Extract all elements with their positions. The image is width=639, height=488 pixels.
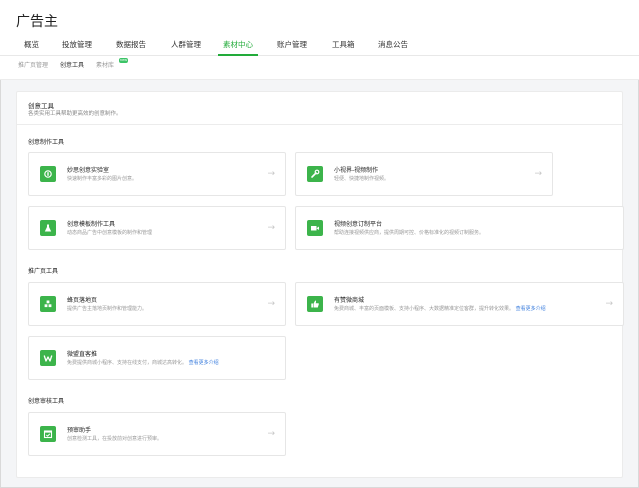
bulb-icon	[40, 166, 56, 182]
app-title: 广告主	[16, 14, 58, 30]
nav-item-account-management[interactable]: 账户管理	[277, 40, 307, 50]
tool-name: 蜂页落地页	[67, 297, 98, 304]
tool-description: 免费提供商城小程序、支持在线支付，商城达高转化。 查看更多介绍	[67, 359, 219, 366]
subnav-item-landing-pages[interactable]: 推广页管理	[18, 60, 48, 69]
tool-description: 动态商品广告中创意模板的制作和管理	[67, 230, 153, 236]
tool-card-video-maker[interactable]: 小视界-视频制作 轻便、快捷地制作视频。 →	[295, 152, 553, 196]
video-camera-icon	[307, 220, 323, 236]
more-info-link[interactable]: 查看更多介绍	[516, 306, 546, 312]
tool-name: 视频创意订制平台	[334, 221, 383, 228]
tool-description: 帮助连接视频供应商，提供周期可控、价格标准化的视频订制服务。	[334, 230, 485, 236]
tool-description: 快速制作丰富多彩的图片创意。	[67, 176, 138, 182]
tool-name: 妙思创意实验室	[67, 167, 110, 174]
more-info-link[interactable]: 查看更多介绍	[189, 360, 219, 366]
nav-item-toolbox[interactable]: 工具箱	[332, 40, 355, 50]
tool-description: 轻便、快捷地制作视频。	[334, 176, 390, 182]
nav-item-announcements[interactable]: 消息公告	[378, 40, 408, 50]
new-badge: new	[119, 58, 128, 63]
tool-name: 有赞微商城	[334, 297, 365, 304]
nav-item-campaign-management[interactable]: 投放管理	[62, 40, 92, 50]
arrow-right-icon[interactable]: →	[267, 429, 275, 439]
arrow-right-icon[interactable]: →	[534, 169, 542, 179]
tool-card-fengye-landing[interactable]: 蜂页落地页 提供广告主落地页制作和管理能力。 →	[28, 282, 286, 326]
blocks-icon	[40, 296, 56, 312]
section-title-review-tools: 创意审核工具	[28, 398, 65, 405]
tool-card-weimob[interactable]: 微盟直客推 免费提供商城小程序、支持在线支付，商城达高转化。 查看更多介绍	[28, 336, 286, 380]
nav-item-audience-management[interactable]: 人群管理	[171, 40, 201, 50]
w-logo-icon	[40, 350, 56, 366]
tool-description-text: 免费商城、丰富的页面模板、支持小程序、大数据精准定位客群，提升转化效果。	[334, 306, 515, 312]
section-title-creative-production: 创意制作工具	[28, 139, 65, 146]
tool-name: 预审助手	[67, 427, 92, 434]
tool-description: 免费商城、丰富的页面模板、支持小程序、大数据精准定位客群，提升转化效果。 查看更…	[334, 305, 546, 312]
arrow-right-icon[interactable]: →	[267, 223, 275, 233]
arrow-right-icon[interactable]: →	[267, 169, 275, 179]
subnav-item-creative-tools[interactable]: 创意工具	[60, 60, 84, 69]
sub-nav: 推广页管理 创意工具 素材库 new	[0, 56, 639, 80]
wrench-icon	[307, 166, 323, 182]
tool-card-miaosi-lab[interactable]: 妙思创意实验室 快速制作丰富多彩的图片创意。 →	[28, 152, 286, 196]
arrow-right-icon[interactable]: →	[267, 299, 275, 309]
nav-item-data-reports[interactable]: 数据报告	[116, 40, 146, 50]
card-divider	[17, 124, 622, 125]
nav-item-overview[interactable]: 概览	[24, 40, 39, 50]
nav-item-asset-center[interactable]: 素材中心	[223, 40, 253, 50]
tool-description: 创意检测工具，在投放前对创意进行预审。	[67, 436, 163, 442]
tool-name: 微盟直客推	[67, 351, 98, 358]
tool-card-video-custom-platform[interactable]: 视频创意订制平台 帮助连接视频供应商，提供周期可控、价格标准化的视频订制服务。	[295, 206, 624, 250]
tool-description: 提供广告主落地页制作和管理能力。	[67, 306, 148, 312]
creative-tools-card: 创意工具 各类实用工具帮助更高效的创意制作。 创意制作工具 妙思创意实验室 快速…	[16, 91, 624, 478]
tool-description-text: 免费提供商城小程序、支持在线支付，商城达高转化。	[67, 360, 188, 366]
card-description: 各类实用工具帮助更高效的创意制作。	[28, 111, 122, 117]
section-title-landing-tools: 推广页工具	[28, 268, 59, 275]
arrow-right-icon[interactable]: →	[605, 299, 613, 309]
tool-name: 创意模板制作工具	[67, 221, 116, 228]
subnav-item-asset-library[interactable]: 素材库	[96, 60, 114, 69]
tool-card-template-maker[interactable]: 创意模板制作工具 动态商品广告中创意模板的制作和管理 →	[28, 206, 286, 250]
tool-card-pre-review[interactable]: 预审助手 创意检测工具，在投放前对创意进行预审。 →	[28, 412, 286, 456]
tool-card-youzan-mall[interactable]: 有赞微商城 免费商城、丰富的页面模板、支持小程序、大数据精准定位客群，提升转化效…	[295, 282, 624, 326]
calendar-check-icon	[40, 426, 56, 442]
tool-name: 小视界-视频制作	[334, 167, 379, 174]
thumbs-up-icon	[307, 296, 323, 312]
top-header: 广告主 概览 投放管理 数据报告 人群管理 素材中心 账户管理 工具箱 消息公告	[0, 0, 639, 56]
flask-icon	[40, 220, 56, 236]
